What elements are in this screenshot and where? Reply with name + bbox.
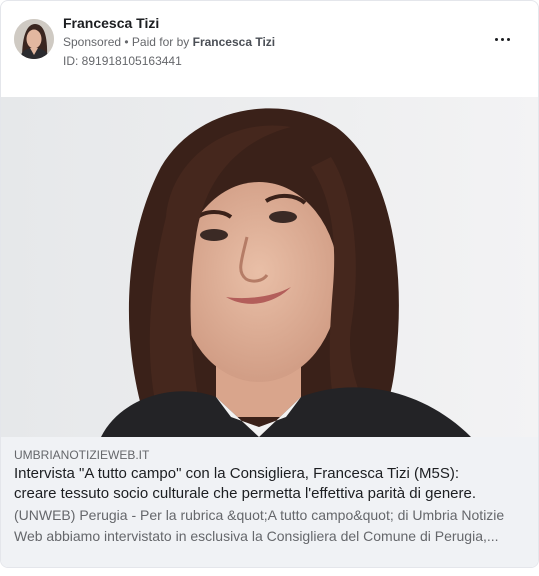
ad-card: Francesca Tizi Sponsored • Paid for by F… xyxy=(0,0,539,568)
ad-image[interactable] xyxy=(1,97,538,437)
ad-id: ID: 891918105163441 xyxy=(63,54,182,68)
headline-line: creare tessuto socio culturale che perme… xyxy=(14,485,477,502)
description-line: Web abbiamo intervistato in esclusiva la… xyxy=(14,528,499,544)
description-line: (UNWEB) Perugia - Per la rubrica &quot;A… xyxy=(14,507,505,523)
link-description: (UNWEB) Perugia - Per la rubrica &quot;A… xyxy=(14,505,529,547)
avatar-portrait-icon xyxy=(14,19,54,59)
more-horizontal-icon xyxy=(495,38,498,41)
link-preview[interactable]: UMBRIANOTIZIEWEB.IT Intervista "A tutto … xyxy=(1,437,538,567)
paid-for-by-name: Francesca Tizi xyxy=(192,35,276,49)
more-options-button[interactable] xyxy=(494,31,514,47)
sponsored-line: Sponsored • Paid for by Francesca Tizi xyxy=(63,35,275,49)
more-horizontal-icon-dot xyxy=(501,38,504,41)
separator-dot: • xyxy=(121,35,132,49)
ad-header: Francesca Tizi Sponsored • Paid for by F… xyxy=(1,1,538,97)
advertiser-name[interactable]: Francesca Tizi xyxy=(63,15,159,31)
headline-line: Intervista "A tutto campo" con la Consig… xyxy=(14,465,459,482)
advertiser-avatar[interactable] xyxy=(14,19,54,59)
paid-for-prefix: Paid for by xyxy=(131,35,193,49)
link-headline[interactable]: Intervista "A tutto campo" con la Consig… xyxy=(14,464,529,504)
link-domain: UMBRIANOTIZIEWEB.IT xyxy=(14,448,150,462)
more-horizontal-icon-dot xyxy=(507,38,510,41)
sponsored-label: Sponsored xyxy=(63,35,122,49)
portrait-photo xyxy=(1,97,538,437)
